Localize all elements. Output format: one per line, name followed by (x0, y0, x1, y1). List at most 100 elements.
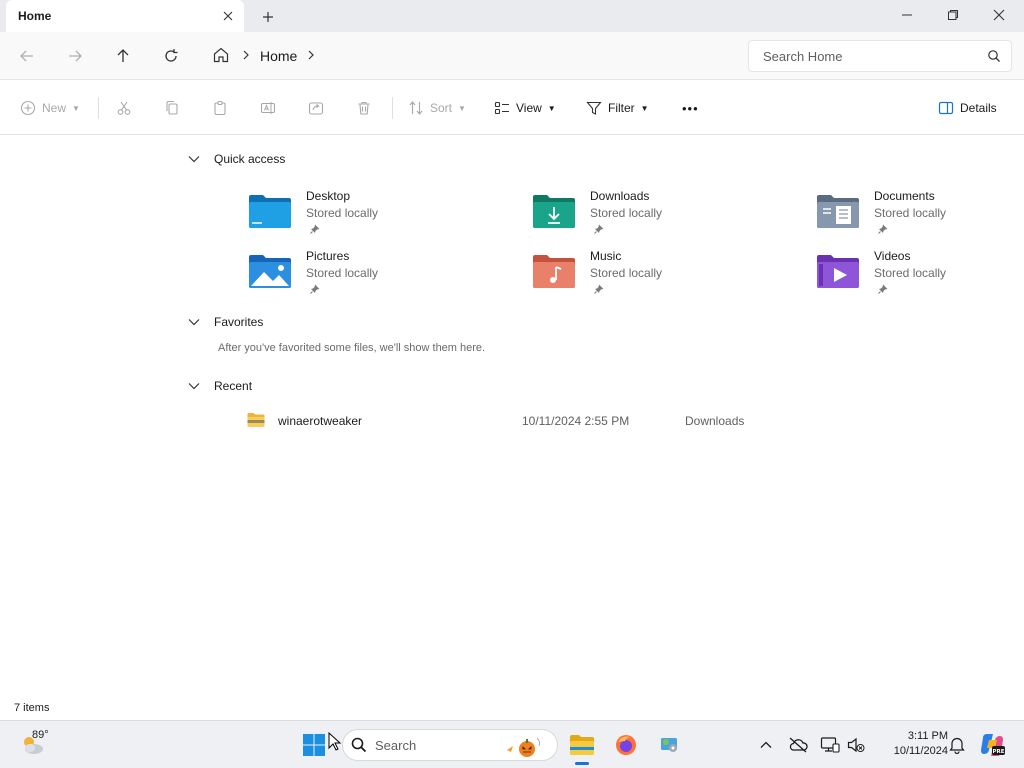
filter-button[interactable]: Filter ▼ (586, 95, 649, 121)
pin-icon (878, 284, 888, 294)
new-button[interactable]: New ▼ (20, 95, 80, 121)
chevron-right-icon[interactable] (242, 49, 250, 63)
quick-access-item-desktop[interactable]: Desktop Stored locally (248, 189, 508, 241)
more-options-button[interactable]: ••• (682, 95, 699, 121)
taskbar-search-box[interactable]: Search (342, 729, 558, 761)
back-button[interactable] (12, 41, 42, 71)
new-tab-button[interactable] (258, 7, 278, 27)
rename-icon (260, 102, 276, 114)
firefox-icon (616, 735, 636, 755)
minimize-button[interactable] (884, 0, 930, 30)
recent-item-row[interactable]: winaerotweaker 10/11/2024 2:55 PM Downlo… (240, 408, 800, 434)
section-recent[interactable]: Recent (188, 379, 252, 393)
notifications-button[interactable] (946, 733, 968, 757)
quick-access-item-videos[interactable]: Videos Stored locally (816, 249, 1024, 301)
chevron-down-icon[interactable] (188, 382, 200, 390)
details-button[interactable]: Details (938, 95, 997, 121)
quick-access-item-downloads[interactable]: Downloads Stored locally (532, 189, 792, 241)
breadcrumb[interactable]: Home (200, 38, 730, 74)
item-status: Stored locally (306, 266, 379, 280)
cloud-offline-icon (789, 737, 808, 753)
pumpkin-icon (507, 737, 541, 757)
clock-time: 3:11 PM (907, 730, 948, 742)
item-name: Documents (874, 189, 935, 203)
clock[interactable]: 3:11 PM 10/11/2024 (872, 729, 948, 759)
sort-label: Sort (430, 101, 453, 115)
add-circle-icon (20, 100, 36, 116)
close-window-button[interactable] (976, 0, 1022, 30)
plus-icon (263, 12, 273, 22)
section-favorites[interactable]: Favorites (188, 315, 263, 329)
item-status: Stored locally (306, 206, 379, 220)
more-icon: ••• (682, 100, 699, 116)
volume-tray-button[interactable] (844, 733, 868, 757)
content-pane: Quick access Desktop Stored locally Down… (0, 136, 1024, 700)
search-icon[interactable] (987, 49, 1001, 66)
cut-icon (117, 101, 131, 115)
item-status: Stored locally (590, 206, 663, 220)
network-tray-button[interactable] (818, 733, 842, 757)
show-hidden-icons-button[interactable] (756, 735, 776, 755)
rename-button[interactable] (260, 95, 276, 121)
chevron-right-icon[interactable] (307, 49, 315, 63)
file-explorer-taskbar-button[interactable] (566, 729, 598, 761)
tab-home[interactable]: Home (6, 0, 244, 32)
start-button[interactable] (298, 729, 330, 761)
copy-button[interactable] (164, 95, 180, 121)
section-quick-access[interactable]: Quick access (188, 152, 285, 166)
item-name: Pictures (306, 249, 350, 263)
home-icon[interactable] (212, 46, 230, 67)
recent-item-date: 10/11/2024 2:55 PM (522, 414, 630, 428)
trash-icon (358, 101, 370, 115)
control-panel-taskbar-button[interactable] (654, 729, 686, 761)
search-icon (351, 737, 367, 753)
share-button[interactable] (308, 95, 324, 121)
address-row: Home (0, 32, 1024, 80)
videos-folder-icon (817, 255, 859, 288)
downloads-folder-icon (533, 195, 575, 228)
quick-access-item-music[interactable]: Music Stored locally (532, 249, 792, 301)
taskbar: 89° Search 3:11 PM 10/11/2024 PRE (0, 720, 1024, 768)
arrow-up-icon (117, 49, 129, 62)
quick-access-item-documents[interactable]: Documents Stored locally (816, 189, 1024, 241)
search-input[interactable] (763, 48, 973, 64)
copilot-button[interactable]: PRE (978, 731, 1006, 759)
documents-folder-icon (817, 195, 859, 228)
paste-button[interactable] (212, 95, 228, 121)
cut-button[interactable] (116, 95, 132, 121)
item-status: Stored locally (874, 206, 947, 220)
onedrive-tray-button[interactable] (786, 733, 810, 757)
forward-button[interactable] (60, 41, 90, 71)
chevron-down-icon[interactable] (188, 318, 200, 326)
delete-button[interactable] (356, 95, 372, 121)
chevron-up-icon (760, 741, 772, 748)
sort-button[interactable]: Sort ▼ (408, 95, 466, 121)
restore-icon (948, 10, 958, 20)
pin-icon (878, 224, 888, 234)
title-bar: Home (0, 0, 1024, 32)
refresh-button[interactable] (156, 41, 186, 71)
music-folder-icon (533, 255, 575, 288)
arrow-left-icon (20, 50, 33, 62)
search-box[interactable] (748, 40, 1012, 72)
windows-logo-icon (303, 734, 325, 756)
network-monitor-icon (820, 737, 840, 753)
desktop-folder-icon (249, 195, 291, 228)
view-button[interactable]: View ▼ (494, 95, 556, 121)
chevron-down-icon[interactable] (188, 155, 200, 163)
close-tab-icon[interactable] (220, 8, 236, 24)
quick-access-item-pictures[interactable]: Pictures Stored locally (248, 249, 508, 301)
status-bar: 7 items (0, 700, 1024, 720)
bell-icon (949, 737, 965, 754)
up-button[interactable] (108, 41, 138, 71)
firefox-taskbar-button[interactable] (610, 729, 642, 761)
section-title: Favorites (214, 315, 264, 329)
item-status: Stored locally (874, 266, 947, 280)
pin-icon (594, 284, 604, 294)
breadcrumb-item-home[interactable]: Home (260, 48, 297, 64)
active-app-indicator (575, 762, 589, 765)
restore-button[interactable] (930, 0, 976, 30)
command-bar: New ▼ Sort ▼ View ▼ Filter ▼ ••• Details (0, 81, 1024, 135)
pictures-folder-icon (249, 255, 291, 288)
refresh-icon (165, 49, 178, 62)
